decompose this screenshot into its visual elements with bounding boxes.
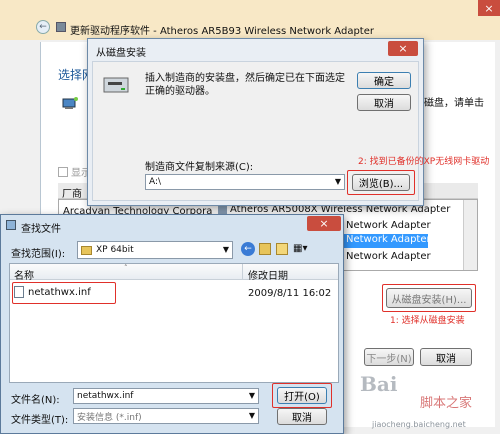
filename-combo[interactable]: netathwx.inf ▼	[73, 388, 259, 404]
filename-value: netathwx.inf	[77, 391, 134, 401]
filetype-label: 文件类型(T):	[11, 415, 69, 426]
chevron-down-icon[interactable]: ▼	[249, 391, 255, 400]
open-file-dialog: 查找文件 × 查找范围(I): XP 64bit ▼ ← ▦▾ 名称 ˄ 修改日…	[0, 214, 344, 434]
window-title: 更新驱动程序软件 - Atheros AR5B93 Wireless Netwo…	[70, 26, 374, 37]
watermark-logo: Bai	[360, 372, 397, 396]
new-folder-icon[interactable]	[276, 243, 288, 255]
chevron-down-icon[interactable]: ▼	[223, 245, 229, 254]
lookin-value: XP 64bit	[96, 245, 134, 255]
folder-icon	[81, 245, 92, 255]
watermark-site: 脚本之家	[420, 396, 473, 411]
dialog-title: 查找文件	[21, 224, 61, 235]
close-icon[interactable]: ×	[388, 41, 418, 56]
list-scrollbar[interactable]	[463, 200, 477, 270]
driver-icon	[218, 205, 227, 214]
model-label: Network Adapter	[346, 251, 431, 262]
model-item[interactable]: Network Adapter	[346, 220, 431, 231]
highlight-open	[272, 383, 332, 408]
lookin-combo[interactable]: XP 64bit ▼	[77, 241, 233, 259]
dialog-body: 插入制造商的安装盘，然后确定已在下面选定正确的驱动器。 确定 取消 制造商文件复…	[92, 61, 419, 201]
watermark-text-1: Bai	[360, 372, 398, 396]
dialog-message: 插入制造商的安装盘，然后确定已在下面选定正确的驱动器。	[145, 73, 345, 97]
up-folder-icon[interactable]	[259, 243, 271, 255]
column-manufacturer[interactable]: 厂商	[62, 185, 82, 200]
dialog-icon	[6, 220, 16, 230]
highlight-file	[12, 282, 116, 304]
back-arrow-icon[interactable]: ←	[36, 20, 50, 34]
filename-label: 文件名(N):	[11, 395, 60, 406]
model-item-selected[interactable]: Network Adapter	[344, 234, 431, 248]
copy-from-label: 制造商文件复制来源(C):	[145, 162, 254, 173]
model-label: Network Adapter	[346, 234, 431, 245]
next-button[interactable]: 下一步(N)	[364, 348, 414, 366]
model-item[interactable]: Network Adapter	[346, 251, 431, 262]
column-divider[interactable]	[242, 264, 243, 280]
step2-annotation: 2: 找到已备份的XP无线网卡驱动	[358, 157, 490, 167]
network-adapter-icon	[62, 96, 78, 110]
floppy-drive-icon	[103, 74, 129, 99]
cancel-button[interactable]: 取消	[357, 94, 411, 111]
close-icon[interactable]: ×	[307, 216, 341, 231]
open-cancel-button[interactable]: 取消	[277, 408, 327, 425]
file-list-header: 名称 ˄ 修改日期	[10, 264, 338, 282]
copy-from-combo[interactable]: A:\ ▼	[145, 174, 345, 190]
highlight-browse	[347, 170, 415, 195]
dialog-title: 从磁盘安装	[96, 48, 146, 59]
model-label: Network Adapter	[346, 220, 431, 231]
filetype-combo[interactable]: 安装信息 (*.inf) ▼	[73, 408, 259, 424]
wizard-cancel-button[interactable]: 取消	[420, 348, 472, 366]
wizard-hint: 磁盘，请单击	[424, 98, 484, 109]
file-list: 名称 ˄ 修改日期 netathwx.inf 2009/8/11 16:02	[9, 263, 339, 383]
sort-up-icon: ˄	[124, 264, 128, 272]
filetype-value: 安装信息 (*.inf)	[77, 412, 142, 423]
highlight-have-disk	[382, 284, 476, 312]
column-name[interactable]: 名称	[14, 267, 34, 282]
watermark-url: jiaocheng.baicheng.net	[372, 420, 466, 429]
column-modified[interactable]: 修改日期	[248, 267, 288, 282]
chevron-down-icon[interactable]: ▼	[335, 177, 341, 186]
device-icon	[56, 22, 66, 32]
view-menu-icon[interactable]: ▦▾	[293, 243, 313, 255]
back-nav-icon[interactable]: ←	[241, 242, 255, 256]
install-from-disk-dialog: 从磁盘安装 × 插入制造商的安装盘，然后确定已在下面选定正确的驱动器。 确定 取…	[87, 38, 424, 206]
chevron-down-icon[interactable]: ▼	[249, 411, 255, 420]
lookin-label: 查找范围(I):	[11, 249, 66, 260]
ok-button[interactable]: 确定	[357, 72, 411, 89]
step1-annotation: 1: 选择从磁盘安装	[390, 316, 465, 326]
close-icon[interactable]: ×	[478, 0, 500, 16]
file-modified: 2009/8/11 16:02	[248, 288, 332, 299]
copy-from-value: A:\	[149, 177, 162, 187]
